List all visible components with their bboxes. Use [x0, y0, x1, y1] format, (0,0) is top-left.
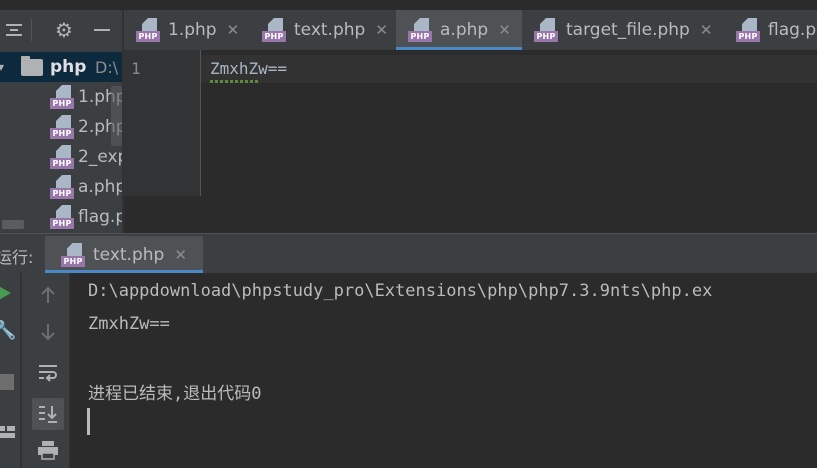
soft-wrap-icon[interactable] [34, 362, 62, 388]
line-number: 1 [131, 59, 141, 78]
php-file-icon: PHP [50, 205, 74, 229]
tab-flag-php[interactable]: PHP flag.ph [736, 10, 817, 50]
project-toolbar: ⚙ [0, 10, 122, 50]
php-file-icon: PHP [534, 18, 558, 42]
console-line-command: D:\appdownload\phpstudy_pro\Extensions\p… [88, 281, 713, 301]
close-icon[interactable]: ✕ [227, 21, 240, 39]
tree-item-a-php[interactable]: PHP a.php [50, 172, 122, 202]
layout-icon[interactable] [0, 422, 16, 448]
arrow-up-icon[interactable] [34, 286, 62, 312]
console-line-output: ZmxhZw== [88, 314, 170, 334]
project-tree: ▾ php D:\ PHP 1.php PHP 2.php PHP 2_ex p … [0, 50, 122, 233]
arrow-down-icon[interactable] [34, 323, 62, 349]
tab-label: a.php [440, 20, 489, 40]
tree-vertical-scrollbar[interactable] [111, 86, 122, 146]
php-file-icon: PHP [136, 18, 160, 42]
run-tab-label: text.php [93, 244, 165, 265]
tree-root-label: php [50, 57, 87, 77]
tab-label: flag.ph [768, 20, 817, 40]
close-icon[interactable]: ✕ [498, 21, 511, 39]
chevron-down-icon[interactable]: ▾ [0, 60, 4, 74]
php-file-icon: PHP [61, 242, 85, 267]
console-line-exit: 进程已结束,退出代码0 [88, 384, 262, 404]
tree-root-path: D:\ [95, 57, 119, 77]
php-file-icon: PHP [50, 145, 74, 169]
gutter-separator [200, 50, 201, 196]
close-icon[interactable]: ✕ [174, 246, 187, 264]
tree-horizontal-scrollbar[interactable] [2, 220, 24, 229]
wrench-icon[interactable]: 🔧 [0, 318, 16, 344]
tab-a-php[interactable]: PHP a.php ✕ [396, 10, 522, 50]
gear-icon[interactable]: ⚙ [50, 10, 78, 50]
print-icon[interactable] [34, 440, 62, 466]
php-file-icon: PHP [50, 85, 74, 109]
tree-item-flag-php[interactable]: PHP flag.p [50, 202, 122, 232]
php-file-icon: PHP [50, 175, 74, 199]
tab-label: target_file.php [566, 20, 690, 40]
console-caret [87, 408, 90, 435]
typo-underline [210, 80, 258, 83]
tree-item-label: a.php [78, 177, 122, 197]
folder-icon [21, 56, 43, 76]
collapse-all-icon[interactable] [0, 10, 28, 50]
minimize-icon[interactable] [88, 10, 116, 50]
current-line-highlight [201, 55, 817, 83]
scroll-to-end-icon[interactable] [32, 398, 64, 430]
tree-item-label: flag.p [78, 207, 122, 227]
run-label: 运行: [0, 248, 34, 267]
run-console[interactable] [70, 273, 817, 468]
stop-icon[interactable] [0, 372, 16, 398]
tab-target-file-php[interactable]: PHP target_file.php ✕ [534, 10, 712, 50]
close-icon[interactable]: ✕ [700, 21, 713, 39]
close-icon[interactable]: ✕ [375, 21, 388, 39]
tree-root-php[interactable]: ▾ php D:\ [0, 52, 122, 82]
tab-label: text.php [294, 20, 366, 40]
divider [30, 10, 32, 50]
php-file-icon: PHP [736, 18, 760, 42]
php-file-icon: PHP [262, 18, 286, 42]
php-file-icon: PHP [50, 115, 74, 139]
run-icon[interactable] [0, 283, 14, 309]
run-tab-text-php[interactable]: PHP text.php ✕ [45, 236, 203, 273]
tab-text-php[interactable]: PHP text.php ✕ [262, 10, 388, 50]
editor-tab-bar: PHP 1.php ✕ PHP text.php ✕ PHP a.php ✕ P… [124, 10, 817, 50]
tab-label: 1.php [168, 20, 217, 40]
editor-empty-area[interactable] [124, 196, 817, 233]
tab-1-php[interactable]: PHP 1.php ✕ [136, 10, 239, 50]
php-file-icon: PHP [408, 18, 432, 42]
code-line[interactable]: ZmxhZw== [210, 59, 287, 78]
tree-item-2-exp[interactable]: PHP 2_exp [50, 142, 122, 172]
tree-item-label: 2_exp [78, 147, 122, 167]
